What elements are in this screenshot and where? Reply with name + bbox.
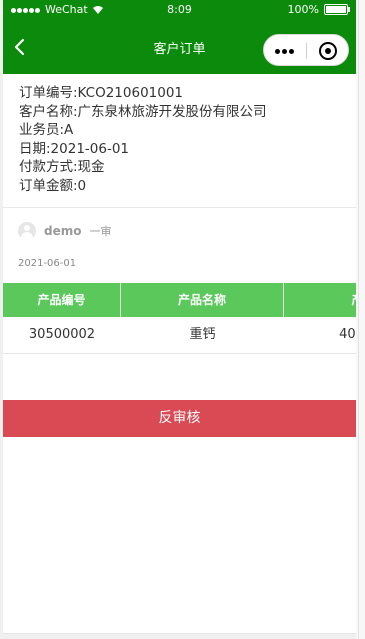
section-divider [3, 207, 356, 208]
order-number: 订单编号:KCO210601001 [19, 85, 184, 101]
payment-method: 付款方式:现金 [19, 159, 105, 175]
miniprogram-capsule [263, 34, 349, 66]
customer-name: 客户名称:广东泉林旅游开发股份有限公司 [19, 103, 267, 120]
order-date: 日期:2021-06-01 [19, 140, 130, 157]
nav-bar: 客户订单 [3, 20, 356, 74]
status-bar: WeChat 8:09 100% [3, 0, 356, 20]
close-miniprogram-button[interactable] [307, 35, 349, 67]
approval-level: 一审 [89, 225, 112, 238]
more-dots-icon [275, 49, 280, 54]
more-menu-button[interactable] [264, 35, 306, 67]
table-header: 产品编号 产品名称 产品 [3, 283, 356, 317]
product-code: 30500002 [28, 327, 96, 342]
column-header-code: 产品编号 [3, 283, 121, 317]
user-avatar-icon [18, 222, 36, 240]
order-info: 订单编号:KCO210601001 客户名称:广东泉林旅游开发股份有限公司 业务… [19, 84, 267, 195]
bottom-border [3, 633, 356, 634]
order-amount: 订单金额:0 [19, 177, 87, 194]
product-table: 产品编号 产品名称 产品 30500002 重钙 40kg/袋 [3, 283, 356, 354]
column-header-spec: 产品 [284, 283, 356, 317]
salesperson: 业务员:A [19, 122, 74, 138]
unapprove-button[interactable]: 反审核 [3, 400, 356, 437]
battery-icon [324, 4, 350, 15]
product-spec: 40kg/袋 [339, 327, 356, 342]
column-header-name: 产品名称 [121, 283, 284, 317]
product-name: 重钙 [189, 327, 216, 342]
battery-percent: 100% [287, 3, 319, 16]
approval-record: demo 一审 [18, 222, 111, 240]
approval-date: 2021-06-01 [18, 258, 77, 269]
table-row[interactable]: 30500002 重钙 40kg/袋 [3, 317, 356, 354]
approver-name: demo [44, 224, 82, 238]
scroll-gutter [356, 0, 365, 639]
phone-screen: WeChat 8:09 100% 客户订单 订单编号:KCO210601001 … [3, 0, 356, 633]
target-icon [319, 42, 337, 60]
